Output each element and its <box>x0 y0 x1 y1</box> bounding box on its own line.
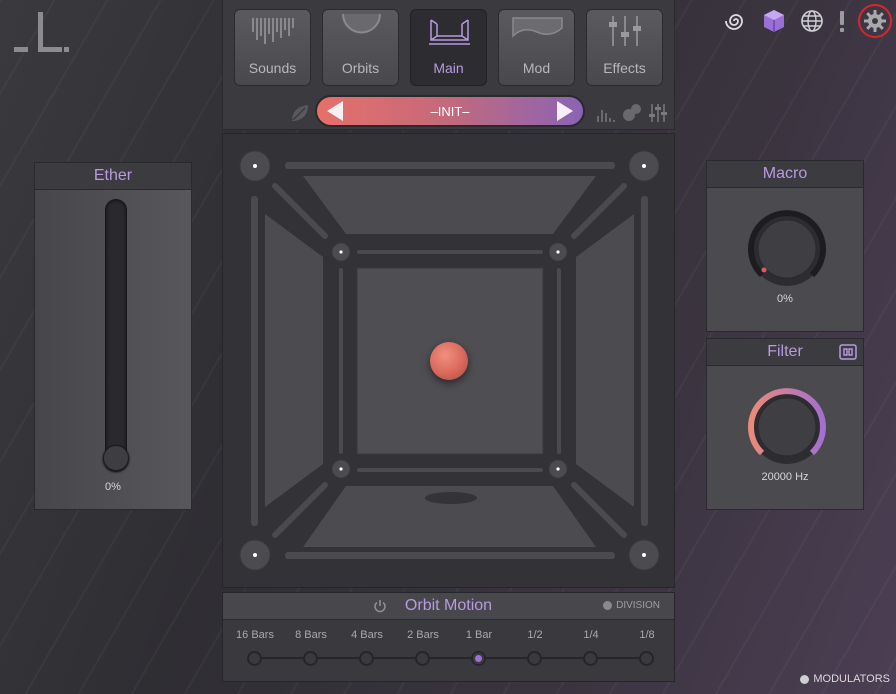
tab-label: Mod <box>522 60 551 76</box>
modulators-label: MODULATORS <box>813 673 890 685</box>
division-dot[interactable] <box>583 651 598 666</box>
tab-label: Main <box>433 60 464 76</box>
division-dot[interactable] <box>527 651 542 666</box>
modulators-indicator <box>800 674 810 684</box>
link-icon[interactable] <box>839 344 857 360</box>
main-icon <box>429 19 470 45</box>
filter-value: 20000 Hz <box>761 471 809 483</box>
spectrum-icon[interactable] <box>595 102 617 124</box>
orbit-puck[interactable] <box>430 342 468 380</box>
tab-label: Effects <box>603 60 646 76</box>
division-label: DIVISION <box>616 600 660 611</box>
orbits-icon <box>342 14 381 34</box>
division-dot[interactable] <box>639 651 654 666</box>
division-indicator <box>603 601 613 610</box>
blob-icon[interactable] <box>621 102 643 124</box>
effects-icon <box>609 16 641 46</box>
next-preset-button[interactable] <box>557 101 573 121</box>
ether-slider-thumb[interactable] <box>103 445 129 471</box>
preset-name: –INIT– <box>430 104 470 119</box>
ether-value: 0% <box>105 481 121 493</box>
ether-title: Ether <box>35 163 191 190</box>
ether-slider-track[interactable] <box>105 199 127 471</box>
division-dot[interactable] <box>247 651 262 666</box>
division-dot[interactable] <box>359 651 374 666</box>
orbit-motion-panel: Orbit Motion DIVISION 16 Bars 8 Bars 4 B… <box>222 592 675 682</box>
tab-label: Sounds <box>248 60 297 76</box>
orbit-motion-header: Orbit Motion DIVISION <box>223 593 674 620</box>
tab-orbits[interactable]: Orbits <box>322 9 399 86</box>
division-toggle[interactable]: DIVISION <box>603 600 660 611</box>
division-16-bars[interactable]: 16 Bars <box>227 629 283 641</box>
division-dot-selected[interactable] <box>471 651 486 666</box>
macro-title: Macro <box>707 161 863 188</box>
tab-bar: Sounds Orbits Main Mod Effects <box>234 9 663 86</box>
division-2-bars[interactable]: 2 Bars <box>395 629 451 641</box>
tab-mod[interactable]: Mod <box>498 9 575 86</box>
filter-knob[interactable] <box>747 387 827 467</box>
division-8-bars[interactable]: 8 Bars <box>283 629 339 641</box>
macro-value: 0% <box>777 293 793 305</box>
division-1-bar[interactable]: 1 Bar <box>451 629 507 641</box>
filter-panel: Filter 20000 Hz <box>706 338 864 510</box>
tab-main[interactable]: Main <box>410 9 487 86</box>
sounds-icon <box>252 18 294 44</box>
division-dot[interactable] <box>303 651 318 666</box>
top-toolbar <box>722 4 892 38</box>
mixer-icon[interactable] <box>647 102 669 124</box>
top-navigation: Sounds Orbits Main Mod Effects –INIT– <box>222 0 675 130</box>
alert-icon[interactable] <box>836 7 848 35</box>
preset-selector[interactable]: –INIT– <box>315 95 585 127</box>
filter-title: Filter <box>767 343 803 360</box>
gear-icon <box>864 10 886 32</box>
division-4-bars[interactable]: 4 Bars <box>339 629 395 641</box>
tab-sounds[interactable]: Sounds <box>234 9 311 86</box>
division-dot[interactable] <box>415 651 430 666</box>
mod-icon <box>512 17 563 38</box>
orbit-xy-pad[interactable] <box>222 133 675 588</box>
modulators-toggle[interactable]: MODULATORS <box>800 673 890 685</box>
filter-header: Filter <box>707 339 863 366</box>
leaf-icon[interactable] <box>289 102 311 124</box>
macro-panel: Macro 0% <box>706 160 864 332</box>
division-1-8[interactable]: 1/8 <box>619 629 675 641</box>
settings-button[interactable] <box>858 4 892 38</box>
division-1-2[interactable]: 1/2 <box>507 629 563 641</box>
ether-panel: Ether 0% <box>34 162 192 510</box>
macro-knob[interactable] <box>747 209 827 289</box>
globe-icon[interactable] <box>798 7 826 35</box>
cube-icon[interactable] <box>760 7 788 35</box>
app-logo <box>12 10 69 54</box>
division-1-4[interactable]: 1/4 <box>563 629 619 641</box>
tab-label: Orbits <box>341 60 380 76</box>
spiral-icon[interactable] <box>722 7 750 35</box>
tab-effects[interactable]: Effects <box>586 9 663 86</box>
